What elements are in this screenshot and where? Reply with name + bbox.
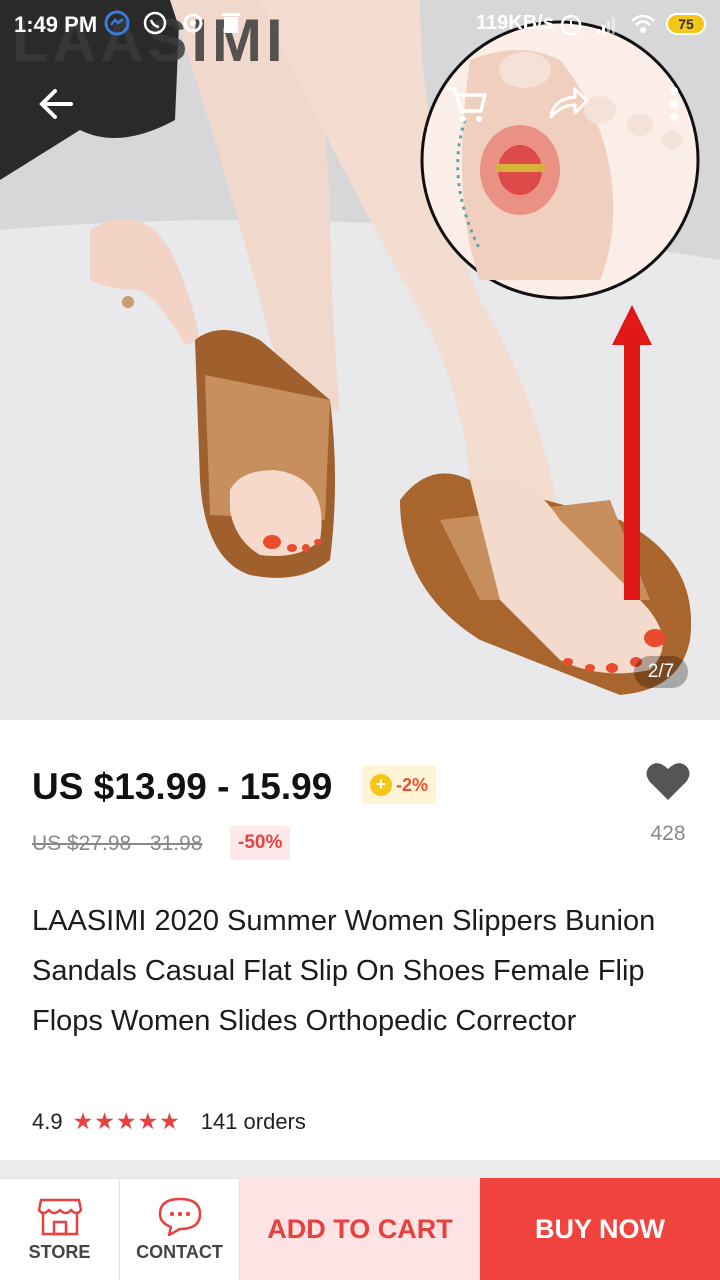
- camera-notification-icon: [183, 13, 203, 33]
- more-vertical-icon: [670, 87, 678, 121]
- arrow-left-icon: [39, 89, 73, 119]
- messenger-icon: [104, 10, 130, 36]
- notification-icons: [104, 10, 244, 36]
- store-icon: [37, 1198, 82, 1236]
- heart-icon: [646, 763, 690, 800]
- product-photo: [0, 0, 720, 720]
- chat-bubble-icon: [158, 1197, 201, 1236]
- product-info: US $13.99 - 15.99 + -2% US $27.98 - 31.9…: [0, 720, 720, 1160]
- store-label: STORE: [28, 1242, 91, 1262]
- image-page-indicator: 2/7: [634, 656, 688, 688]
- product-title: LAASIMI 2020 Summer Women Slippers Bunio…: [32, 905, 656, 1037]
- trash-notification-icon: [222, 13, 240, 33]
- wishlist-button[interactable]: [640, 760, 696, 807]
- product-image-gallery[interactable]: LAASIMI 1:49 PM 119KB/s 75 2/7: [0, 0, 720, 720]
- contact-label: CONTACT: [136, 1242, 223, 1262]
- bottom-action-bar: STORE CONTACT ADD TO CART BUY NOW: [0, 1178, 720, 1280]
- more-options-button[interactable]: [646, 76, 702, 132]
- signal-icon: [597, 17, 615, 34]
- status-time: 1:49 PM: [14, 12, 98, 37]
- battery-icon: 75: [666, 13, 706, 35]
- alarm-icon: [560, 14, 582, 36]
- orders-count: 141 orders: [200, 1108, 306, 1134]
- add-to-cart-button[interactable]: ADD TO CART: [240, 1178, 480, 1280]
- contact-button[interactable]: CONTACT: [120, 1178, 240, 1280]
- star-rating-icon: ★★★★★: [72, 1108, 181, 1134]
- rating-value: 4.9: [32, 1108, 63, 1134]
- whatsapp-icon: [143, 11, 167, 35]
- section-divider: [0, 1160, 720, 1178]
- rating-row[interactable]: 4.9 ★★★★★ 141 orders: [32, 1108, 306, 1135]
- buy-now-button[interactable]: BUY NOW: [480, 1178, 720, 1280]
- store-button[interactable]: STORE: [0, 1178, 120, 1280]
- back-button[interactable]: [28, 76, 84, 132]
- cart-button[interactable]: [438, 76, 494, 132]
- coin-icon: +: [370, 774, 392, 796]
- system-icons: 75: [558, 11, 706, 37]
- original-price: US $27.98 - 31.98: [32, 832, 203, 855]
- network-speed: 119KB/s: [476, 12, 554, 34]
- wifi-icon: [631, 14, 655, 33]
- status-bar: 1:49 PM 119KB/s 75: [0, 0, 720, 50]
- wishlist-count: 428: [650, 822, 686, 845]
- price: US $13.99 - 15.99: [32, 766, 333, 807]
- coin-discount-text: -2%: [396, 774, 429, 795]
- share-button[interactable]: [540, 76, 596, 132]
- shopping-cart-icon: [447, 87, 487, 122]
- coin-discount-badge[interactable]: + -2%: [362, 766, 437, 804]
- discount-badge: -50%: [230, 826, 291, 860]
- share-icon: [549, 87, 589, 119]
